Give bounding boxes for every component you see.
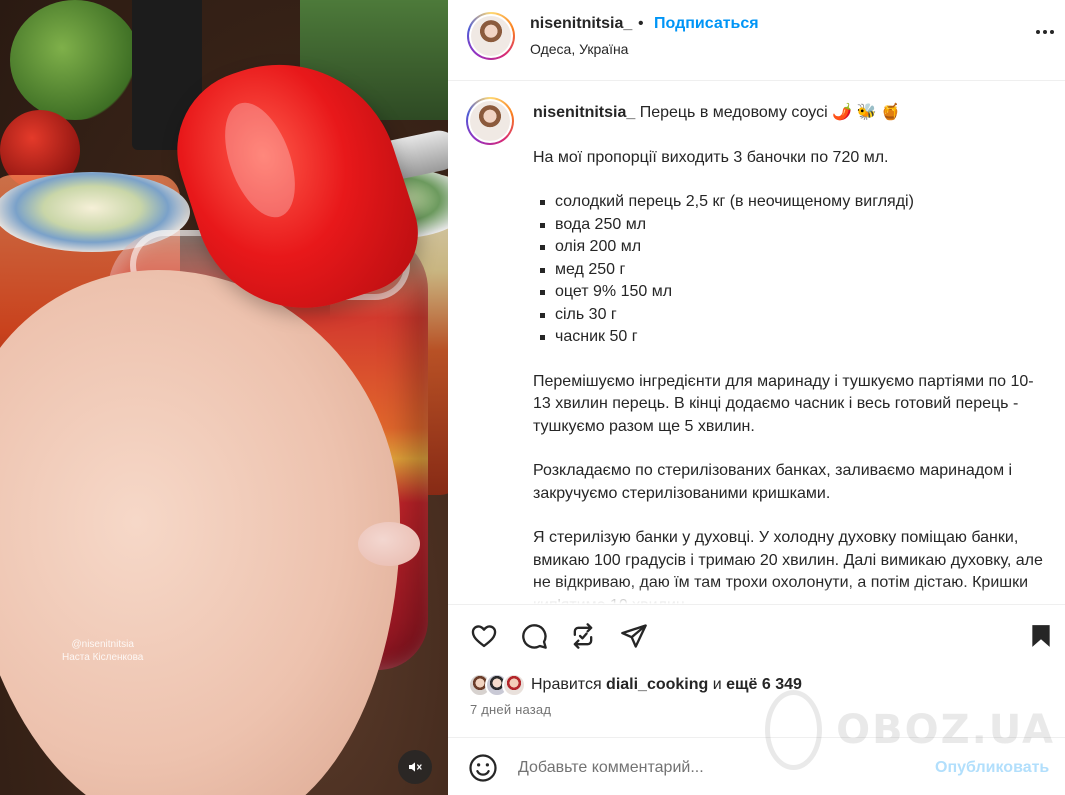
emoji-button[interactable] [468,753,498,783]
post-panel: nisenitnitsia_ • Подписаться Одеса, Укра… [448,0,1065,795]
post-location[interactable]: Одеса, Україна [530,41,628,57]
caption-paragraph: Розкладаємо по стерилізованих банках, за… [533,462,1013,502]
post-media[interactable]: @nisenitnitsia Наста Кісленкова [0,0,448,795]
caption-text: nisenitnitsia_ Перець в медовому соусі 🌶… [533,102,1043,604]
caption-fade [448,584,1065,604]
comment-icon [522,624,547,649]
share-icon [621,624,647,648]
list-item: сіль 30 г [533,304,1043,327]
thumb-nail [358,522,420,566]
background-plant [10,0,140,120]
caption-intro: На мої пропорції виходить 3 баночки по 7… [533,148,889,166]
list-item: мед 250 г [533,259,1043,282]
comment-button[interactable] [518,620,550,652]
oboz-logo-icon [765,690,823,770]
watermark-handle: @nisenitnitsia [71,639,134,650]
list-item: оцет 9% 150 мл [533,281,1043,304]
separator-dot: • [638,15,644,32]
liker-avatar [502,673,526,697]
repost-icon [573,623,593,649]
share-button[interactable] [618,620,650,652]
caption-username[interactable]: nisenitnitsia_ [533,104,635,121]
list-item: часник 50 г [533,326,1043,349]
bookmark-icon [1032,625,1050,647]
caption-area[interactable]: nisenitnitsia_ Перець в медовому соусі 🌶… [448,82,1065,604]
repost-button[interactable] [567,620,599,652]
caption-paragraph: Перемішуємо інгредієнти для маринаду і т… [533,372,1034,435]
likes-row[interactable]: Нравится diali_cooking и ещё 6 349 [468,672,802,698]
caption-title-line: nisenitnitsia_ Перець в медовому соусі 🌶… [533,102,1043,125]
author-avatar[interactable] [467,12,515,60]
more-options-button[interactable] [1036,30,1054,34]
caption-avatar[interactable] [466,97,514,145]
ingredient-list: солодкий перець 2,5 кг (в неочищеному ви… [533,191,1043,349]
speaker-muted-icon [409,762,422,772]
caption-title: Перець в медовому соусі 🌶️ 🐝 🍯 [635,104,901,121]
list-item: солодкий перець 2,5 кг (в неочищеному ви… [533,191,1043,214]
mute-button[interactable] [398,750,432,784]
list-item: вода 250 мл [533,214,1043,237]
liker-username[interactable]: diali_cooking [606,676,708,693]
oboz-logo-text: OBOZ.UA [836,707,1055,753]
media-watermark: @nisenitnitsia Наста Кісленкова [62,638,143,664]
follow-button[interactable]: Подписаться [654,15,759,33]
likes-text: Нравится diali_cooking и ещё 6 349 [531,676,802,693]
post-header: nisenitnitsia_ • Подписаться Одеса, Укра… [448,0,1065,81]
site-watermark: OBOZ.UA [765,690,1055,770]
like-button[interactable] [468,620,500,652]
heart-icon [471,625,497,648]
emoji-smile-icon [469,754,497,782]
more-dots-icon [1036,30,1040,34]
list-item: олія 200 мл [533,236,1043,259]
author-username[interactable]: nisenitnitsia_ [530,15,632,33]
post-timestamp[interactable]: 7 дней назад [470,702,551,717]
save-button[interactable] [1025,620,1057,652]
watermark-author: Наста Кісленкова [62,652,144,663]
